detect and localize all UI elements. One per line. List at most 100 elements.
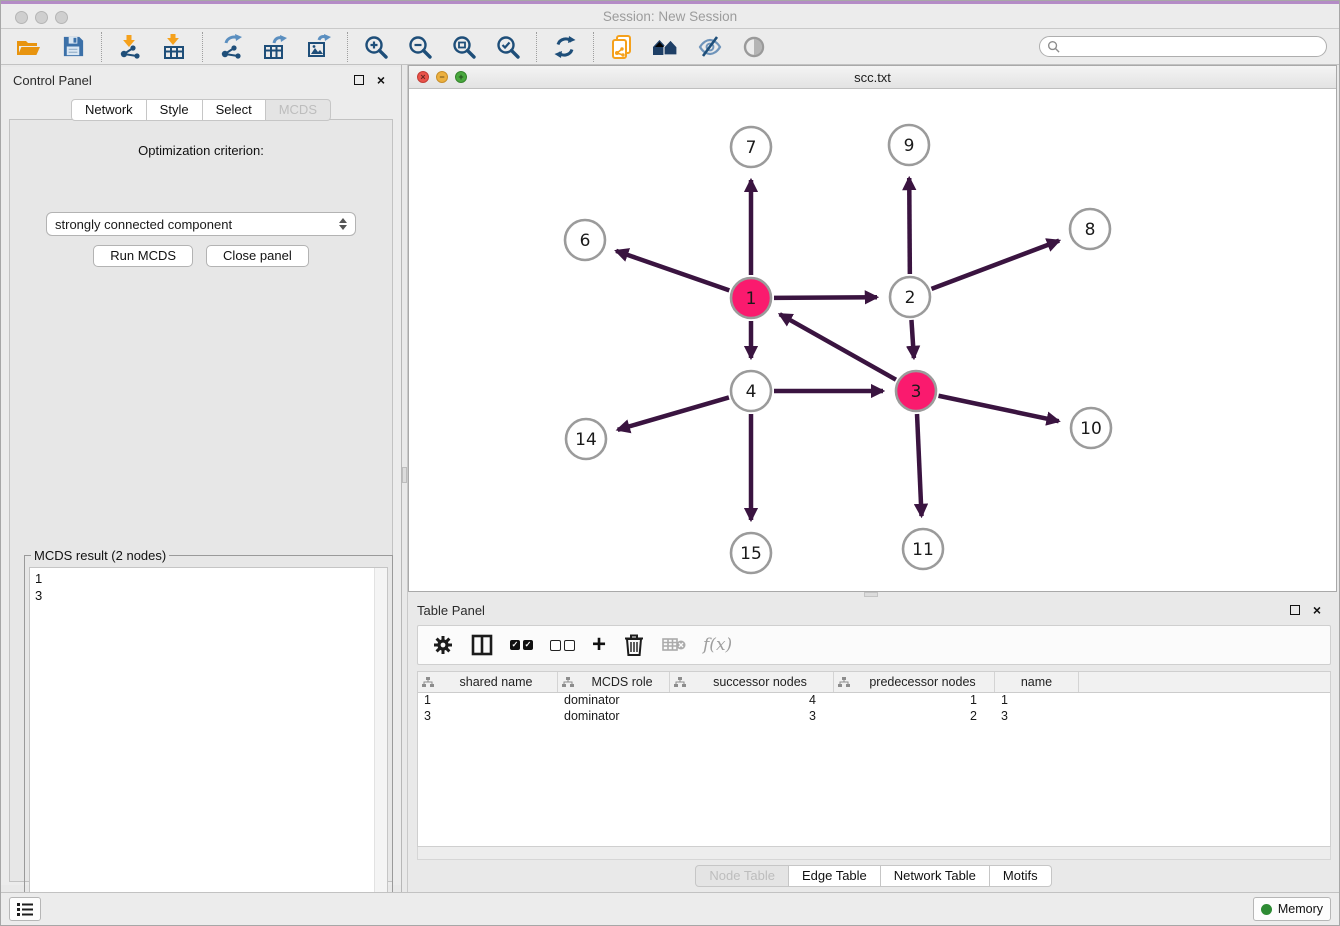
float-table-panel-button[interactable] <box>1287 602 1303 618</box>
tab-edge-table[interactable]: Edge Table <box>789 865 881 887</box>
graph-edge-2-9[interactable] <box>909 178 910 274</box>
graph-edge-3-11[interactable] <box>917 414 922 516</box>
table-cell[interactable]: 2 <box>834 709 995 725</box>
graph-edge-3-10[interactable] <box>939 396 1059 421</box>
table-row[interactable]: 1dominator411 <box>418 693 1330 709</box>
table-cell[interactable]: dominator <box>558 709 670 725</box>
show-columns-icon[interactable] <box>471 632 493 658</box>
splitter-grip[interactable] <box>402 467 407 483</box>
control-panel-title: Control Panel <box>13 73 92 88</box>
control-panel: Control Panel × NetworkStyleSelectMCDS O… <box>1 67 401 885</box>
refresh-network-icon[interactable] <box>551 33 579 61</box>
table-cell[interactable]: 1 <box>995 693 1079 709</box>
result-scrollbar[interactable] <box>374 568 387 924</box>
graph-node-label-14: 14 <box>575 430 597 450</box>
mcds-result-legend: MCDS result (2 nodes) <box>31 548 169 563</box>
mcds-tab-content: Optimization criterion: strongly connect… <box>9 119 393 882</box>
table-cell[interactable]: 3 <box>418 709 558 725</box>
zoom-fit-icon[interactable] <box>450 33 478 61</box>
tab-network-table[interactable]: Network Table <box>881 865 990 887</box>
graph-edge-1-6[interactable] <box>616 251 729 291</box>
apply-function-icon[interactable]: f(x) <box>703 632 732 658</box>
hide-selected-icon[interactable] <box>696 33 724 61</box>
status-bar: Memory <box>1 892 1339 925</box>
table-cell[interactable]: 1 <box>418 693 558 709</box>
export-image-icon[interactable] <box>305 33 333 61</box>
tab-motifs[interactable]: Motifs <box>990 865 1052 887</box>
dropdown-stepper-icon <box>339 218 347 230</box>
column-header-MCDS-role[interactable]: MCDS role <box>558 672 670 692</box>
tab-node-table[interactable]: Node Table <box>695 865 789 887</box>
export-network-icon[interactable] <box>217 33 245 61</box>
table-tabs: Node TableEdge TableNetwork TableMotifs <box>408 865 1339 887</box>
table-cell[interactable]: 3 <box>670 709 834 725</box>
vertical-splitter[interactable] <box>401 65 408 894</box>
delete-table-icon[interactable] <box>662 632 686 658</box>
save-session-icon[interactable] <box>59 33 87 61</box>
table-cell[interactable]: 1 <box>834 693 995 709</box>
search-box[interactable] <box>1039 36 1327 57</box>
close-table-panel-button[interactable]: × <box>1309 602 1325 618</box>
zoom-out-icon[interactable] <box>406 33 434 61</box>
graph-edge-4-14[interactable] <box>618 397 729 429</box>
search-input[interactable] <box>1064 39 1319 55</box>
tab-style[interactable]: Style <box>147 99 203 121</box>
tab-network[interactable]: Network <box>71 99 147 121</box>
graph-edge-1-2[interactable] <box>774 297 877 298</box>
content-area: Control Panel × NetworkStyleSelectMCDS O… <box>1 65 1339 894</box>
column-header-shared-name[interactable]: shared name <box>418 672 558 692</box>
show-all-icon[interactable] <box>740 33 768 61</box>
table-toolbar: ✓✓ + f(x) <box>417 625 1331 665</box>
application-window: Session: New Session <box>0 0 1340 926</box>
export-table-icon[interactable] <box>261 33 289 61</box>
table-settings-icon[interactable] <box>432 632 454 658</box>
home-first-neighbors-icon[interactable] <box>652 33 680 61</box>
run-mcds-button[interactable]: Run MCDS <box>93 245 193 267</box>
network-window-titlebar: × − + scc.txt <box>409 66 1336 89</box>
column-header-successor-nodes[interactable]: successor nodes <box>670 672 834 692</box>
deselect-all-columns-icon[interactable] <box>550 632 575 658</box>
table-cell[interactable]: 4 <box>670 693 834 709</box>
graph-node-label-7: 7 <box>746 138 757 158</box>
add-row-icon[interactable]: + <box>592 632 606 658</box>
float-panel-button[interactable] <box>351 72 367 88</box>
zoom-selected-icon[interactable] <box>494 33 522 61</box>
network-window-title: scc.txt <box>409 66 1336 89</box>
graph-edge-3-1[interactable] <box>780 314 896 380</box>
duplicate-network-icon[interactable] <box>608 33 636 61</box>
delete-row-icon[interactable] <box>623 632 645 658</box>
import-network-icon[interactable] <box>116 33 144 61</box>
graph-node-label-6: 6 <box>580 231 591 251</box>
close-panel-button2[interactable]: Close panel <box>206 245 309 267</box>
criterion-dropdown[interactable]: strongly connected component <box>46 212 356 236</box>
network-canvas[interactable]: 7968124314101511 <box>409 90 1336 591</box>
graph-edge-2-3[interactable] <box>911 320 913 358</box>
graph-node-label-4: 4 <box>746 382 757 402</box>
column-header-name[interactable]: name <box>995 672 1079 692</box>
graph-node-label-9: 9 <box>904 136 915 156</box>
memory-status-icon <box>1261 904 1272 915</box>
mcds-result-group: MCDS result (2 nodes) 1 3 <box>24 548 393 926</box>
table-cell[interactable]: dominator <box>558 693 670 709</box>
close-panel-button[interactable]: × <box>373 72 389 88</box>
mcds-result-text[interactable]: 1 3 <box>30 568 373 924</box>
select-all-columns-icon[interactable]: ✓✓ <box>510 632 533 658</box>
optimization-criterion-label: Optimization criterion: <box>10 143 392 158</box>
column-header-predecessor-nodes[interactable]: predecessor nodes <box>834 672 995 692</box>
import-table-icon[interactable] <box>160 33 188 61</box>
open-session-icon[interactable] <box>15 33 43 61</box>
table-header: shared nameMCDS rolesuccessor nodesprede… <box>418 672 1330 693</box>
graph-node-label-1: 1 <box>746 289 757 309</box>
memory-button[interactable]: Memory <box>1253 897 1331 921</box>
zoom-in-icon[interactable] <box>362 33 390 61</box>
table-cell[interactable]: 3 <box>995 709 1079 725</box>
table-body: 1dominator4113dominator323 <box>418 693 1330 725</box>
table-row[interactable]: 3dominator323 <box>418 709 1330 725</box>
tab-mcds[interactable]: MCDS <box>266 99 331 121</box>
show-panels-list-button[interactable] <box>9 897 41 921</box>
memory-label: Memory <box>1278 902 1323 916</box>
graph-node-label-2: 2 <box>905 288 916 308</box>
table-scrollbar[interactable] <box>417 847 1331 860</box>
graph-edge-2-8[interactable] <box>932 241 1060 289</box>
tab-select[interactable]: Select <box>203 99 266 121</box>
